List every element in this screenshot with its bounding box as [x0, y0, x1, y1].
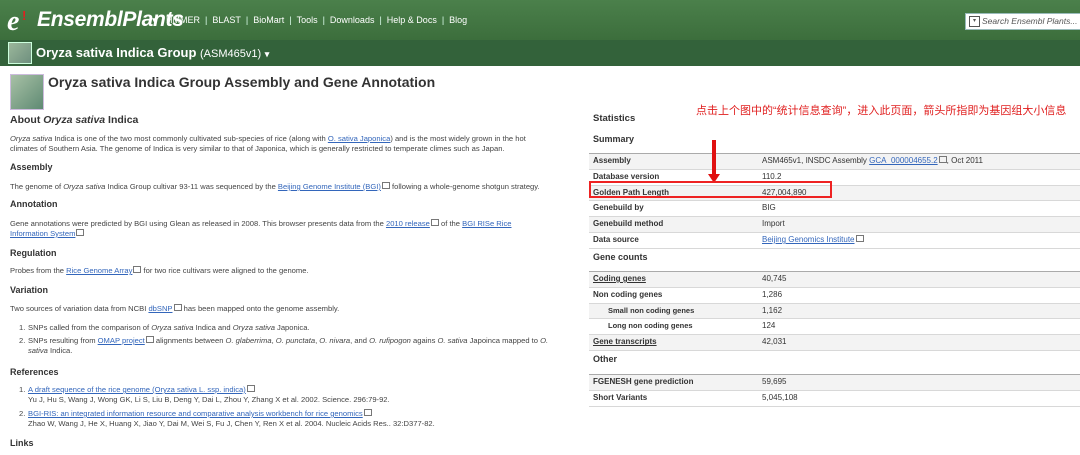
search-input[interactable]: ▾ Search Ensembl Plants...	[965, 13, 1080, 30]
reference-1: A draft sequence of the rice genome (Ory…	[28, 385, 390, 404]
bgi-rise-link[interactable]: BGI RISe Rice	[462, 219, 511, 228]
external-link-icon	[363, 409, 372, 416]
other-table: FGENESH gene prediction 59,695 Short Vari…	[589, 374, 1080, 407]
table-row: Data source Beijing Genomics Institute	[589, 233, 1080, 249]
list-number: 1.	[19, 385, 26, 394]
regulation-text: Probes from the Rice Genome Array for tw…	[10, 266, 309, 275]
nav-hmmer[interactable]: HMMER	[166, 15, 200, 25]
nav-downloads[interactable]: Downloads	[330, 15, 375, 25]
nav-tools[interactable]: Tools	[297, 15, 318, 25]
page-title: Oryza sativa Indica Group Assembly and G…	[48, 74, 436, 90]
bgi-rise-link-cont[interactable]: Information System	[10, 229, 75, 238]
table-row: Coding genes 40,745	[589, 272, 1080, 288]
reference-2-link[interactable]: BGI-RIS: an integrated information resou…	[28, 409, 363, 418]
variation-text: Two sources of variation data from NCBI …	[10, 304, 340, 313]
external-link-icon	[145, 336, 154, 343]
svg-text:e: e	[7, 6, 19, 35]
list-number: 1.	[19, 323, 26, 332]
statistics-heading: Statistics	[593, 113, 636, 124]
ensembl-e-logo-icon[interactable]: e !	[5, 5, 35, 35]
table-row: FGENESH gene prediction 59,695	[589, 375, 1080, 391]
highlight-box	[589, 181, 832, 198]
search-placeholder: Search Ensembl Plants...	[982, 16, 1078, 26]
external-link-icon	[76, 229, 85, 236]
dbsnp-link[interactable]: dbSNP	[148, 304, 172, 313]
nav-biomart[interactable]: BioMart	[253, 15, 284, 25]
assembly-text: The genome of Oryza sativa Indica Group …	[10, 182, 540, 191]
list-number: 2.	[19, 336, 26, 345]
annotation-note: 点击上个图中的“统计信息查询”，进入此页面，箭头所指即为基因组大小信息	[696, 105, 1067, 117]
brand-title[interactable]: EnsemblPlants	[37, 8, 184, 32]
species-selector[interactable]: Oryza sativa Indica Group (ASM465v1) ▾	[36, 45, 269, 60]
table-row: Genebuild by BIG	[589, 201, 1080, 218]
annotation-text: Gene annotations were predicted by BGI u…	[10, 219, 512, 238]
table-row: Small non coding genes 1,162	[589, 303, 1080, 320]
external-link-icon	[381, 182, 390, 189]
about-heading: About Oryza sativa Indica	[10, 114, 139, 126]
table-row: Long non coding genes 124	[589, 319, 1080, 336]
links-heading: Links	[10, 438, 34, 448]
top-nav: HMMER | BLAST | BioMart | Tools | Downloads | Help…	[166, 15, 468, 25]
reference-1-link[interactable]: A draft sequence of the rice genome (Ory…	[28, 385, 246, 394]
gene-transcripts-link[interactable]: Gene transcripts	[593, 335, 657, 350]
variation-item-2: SNPs resulting from OMAP project alignme…	[28, 336, 549, 355]
table-row: Assembly ASM465v1, INSDC Assembly GCA_000…	[589, 154, 1080, 170]
other-heading: Other	[593, 354, 618, 364]
variation-heading: Variation	[10, 285, 49, 295]
annotation-heading: Annotation	[10, 199, 58, 209]
gene-counts-heading: Gene counts	[593, 252, 648, 262]
gene-counts-table: Coding genes 40,745 Non coding genes 1,286…	[589, 271, 1080, 351]
reference-2: BGI-RIS: an integrated information resou…	[28, 409, 435, 428]
regulation-heading: Regulation	[10, 248, 57, 258]
about-text: Oryza sativa Indica is one of the two mo…	[10, 134, 526, 153]
external-link-icon	[246, 385, 255, 392]
chevron-down-icon[interactable]: ▼	[150, 16, 160, 27]
summary-heading: Summary	[593, 134, 635, 144]
bgi-link[interactable]: Beijing Genome Institute (BGI)	[278, 182, 381, 191]
release-2010-link[interactable]: 2010 release	[386, 219, 430, 228]
summary-table: Assembly ASM465v1, INSDC Assembly GCA_000…	[589, 153, 1080, 249]
gca-link[interactable]: GCA_000004655.2	[869, 156, 938, 165]
external-link-icon	[938, 156, 947, 163]
species-image-icon	[10, 74, 44, 110]
assembly-heading: Assembly	[10, 162, 53, 172]
search-dropdown-icon[interactable]: ▾	[969, 16, 980, 27]
external-link-icon	[430, 219, 439, 226]
japonica-link[interactable]: O. sativa Japonica	[328, 134, 390, 143]
nav-help-docs[interactable]: Help & Docs	[387, 15, 437, 25]
bgi-data-source-link[interactable]: Beijing Genomics Institute	[762, 235, 855, 244]
nav-blog[interactable]: Blog	[449, 15, 467, 25]
external-link-icon	[855, 234, 864, 242]
nav-blast[interactable]: BLAST	[212, 15, 241, 25]
table-row: Gene transcripts 42,031	[589, 335, 1080, 351]
external-link-icon	[173, 304, 182, 311]
species-thumbnail-icon[interactable]	[8, 42, 32, 64]
annotation-arrow-icon	[712, 140, 716, 177]
table-row: Genebuild method Import	[589, 217, 1080, 233]
rice-genome-array-link[interactable]: Rice Genome Array	[66, 266, 132, 275]
table-row: Short Variants 5,045,108	[589, 391, 1080, 407]
omap-link[interactable]: OMAP project	[98, 336, 145, 345]
references-heading: References	[10, 367, 59, 377]
variation-item-1: SNPs called from the comparison of Oryza…	[28, 323, 310, 332]
table-row: Non coding genes 1,286	[589, 288, 1080, 304]
coding-genes-link[interactable]: Coding genes	[593, 272, 646, 287]
svg-text:!: !	[22, 8, 26, 23]
list-number: 2.	[19, 409, 26, 418]
